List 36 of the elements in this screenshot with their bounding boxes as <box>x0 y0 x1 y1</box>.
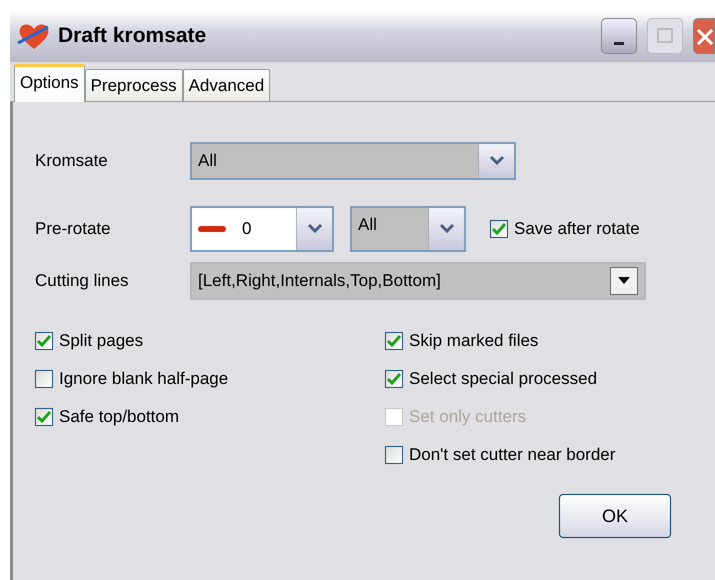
checkbox-label: Skip marked files <box>409 330 538 352</box>
field-label: Pre-rotate <box>35 218 112 240</box>
caret-icon <box>618 277 630 285</box>
checkbox-label: Ignore blank half-page <box>59 368 228 390</box>
caret-icon <box>306 224 322 234</box>
dropdown[interactable]: 0 <box>190 206 334 252</box>
checkbox-label: Set only cutters <box>409 406 526 428</box>
close-button[interactable] <box>693 18 715 54</box>
dropdown[interactable]: All <box>190 142 516 180</box>
checkbox[interactable] <box>35 370 53 388</box>
tab[interactable]: Preprocess <box>84 69 183 101</box>
checkbox[interactable] <box>35 332 53 350</box>
field-label: Cutting lines <box>35 270 130 292</box>
ok-button[interactable]: OK <box>559 494 671 538</box>
checkbox-label: Split pages <box>59 330 144 352</box>
checkbox[interactable] <box>35 408 53 426</box>
checkbox[interactable] <box>385 332 403 350</box>
maximize-icon <box>656 27 674 45</box>
caret-icon <box>488 156 504 166</box>
tab[interactable]: Options <box>14 64 85 102</box>
minimize-icon <box>614 42 624 44</box>
dropdown[interactable]: [Left,Right,Internals,Top,Bottom] <box>190 262 646 300</box>
checkbox[interactable] <box>490 220 508 238</box>
checkbox[interactable] <box>385 446 403 464</box>
minimize-button[interactable] <box>601 18 637 54</box>
caret-icon <box>438 224 454 234</box>
checkbox[interactable] <box>385 370 403 388</box>
checkbox-label: Don't set cutter near border <box>409 444 616 466</box>
field-label: Kromsate <box>35 150 109 172</box>
checkbox-label: Save after rotate <box>514 218 640 240</box>
close-icon <box>695 27 713 45</box>
dropdown[interactable]: All <box>350 206 466 252</box>
tab[interactable]: Advanced <box>182 69 270 101</box>
checkbox-label: Select special processed <box>409 368 598 390</box>
checkbox-label: Safe top/bottom <box>59 406 180 428</box>
window-title: Draft kromsate <box>58 23 206 50</box>
